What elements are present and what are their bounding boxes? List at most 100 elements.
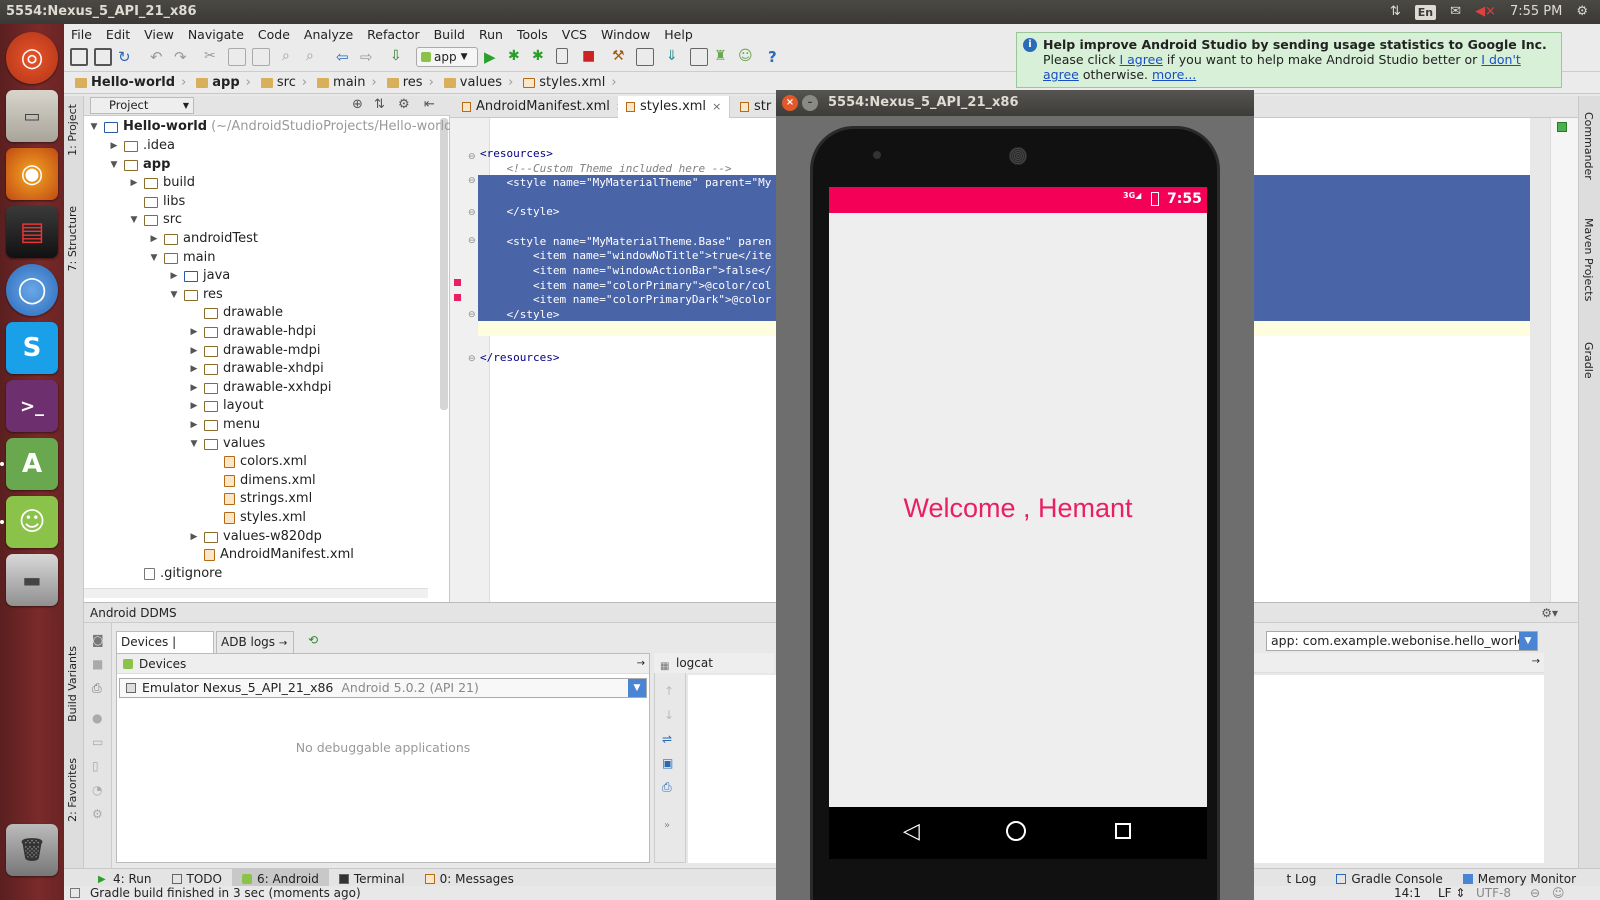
copy-icon[interactable] [228,48,246,66]
breadcrumb-item[interactable]: Hello-world › [70,75,191,90]
tree-item[interactable]: ▼ res [168,286,223,304]
arrow-up-icon[interactable]: ↑ [664,684,674,698]
tab-strings-xml[interactable]: str [732,96,781,118]
fold-icon[interactable]: ⊖ [468,208,476,218]
tree-item[interactable]: ▶ java [168,267,231,285]
menu-run[interactable]: Run [472,27,510,42]
tab-styles-xml[interactable]: styles.xml × [618,96,731,118]
sync-icon[interactable]: ↻ [118,48,136,66]
tree-item[interactable]: drawable [188,304,283,322]
android-device-monitor-icon[interactable]: ♜ [714,48,732,66]
make-project-icon[interactable]: ⇩ [390,48,408,66]
camera-icon[interactable]: ◙ [92,633,104,647]
tree-item[interactable]: ▼ main [148,249,216,267]
caret-position[interactable]: 14:1 [1394,886,1421,900]
tree-item[interactable]: ▼ app [108,156,171,174]
tab-android-manifest[interactable]: AndroidManifest.xml× [454,96,635,118]
comment-icon[interactable]: ▭ [92,735,103,749]
fold-icon[interactable]: ⊖ [468,236,476,246]
tab-gradle[interactable]: Gradle [1582,342,1595,379]
stop-icon[interactable]: ■ [92,657,103,671]
tab-devices-logcat[interactable]: Devices | logcat [116,631,214,669]
menu-code[interactable]: Code [251,27,297,42]
breadcrumb-item[interactable]: app › [191,75,256,90]
volume-icon[interactable]: ◀× [1475,0,1496,24]
record-icon[interactable]: ● [92,711,102,725]
tree-item[interactable]: ▶ build [128,174,195,192]
tree-item[interactable]: ▼ Hello-world (~/AndroidStudioProjects/Hel… [88,118,453,136]
terminal-icon[interactable]: >_ [6,380,58,432]
lock-icon[interactable]: ⊖ [1530,886,1540,900]
arrow-down-icon[interactable]: ↓ [664,708,674,722]
mail-icon[interactable]: ✉ [1450,0,1461,24]
app-filter-select[interactable]: app: com.example.webonise.hello_world ▼ [1266,631,1538,651]
monitor-icon[interactable]: ▤ [6,206,58,258]
tab-build-variants[interactable]: Build Variants [66,646,79,722]
firefox-icon[interactable]: ◉ [6,148,58,200]
tab-favorites[interactable]: 2: Favorites [66,758,79,822]
tree-item[interactable]: ▶ drawable-xhdpi [188,360,324,378]
tab-adb-logs[interactable]: ADB logs → [216,631,294,653]
gear-icon[interactable]: ⚙▾ [1541,603,1558,623]
settings-gear-icon[interactable]: ⚙ [1576,0,1588,24]
back-icon[interactable]: ⇦ [336,48,354,66]
trash-icon[interactable]: 🗑 [6,824,58,876]
project-view-select[interactable]: Project ▼ [90,97,194,114]
line-separator[interactable]: LF ⇕ [1438,886,1465,900]
tree-item[interactable]: ▶ layout [188,397,264,415]
wrap-icon[interactable]: ⇌ [662,732,672,746]
timer-icon[interactable]: ◔ [92,783,102,797]
debug-icon[interactable]: ✱ [508,48,526,66]
horizontal-scrollbar[interactable] [84,588,428,598]
tab-commander[interactable]: Commander [1582,112,1595,180]
back-icon[interactable]: ◁ [903,819,920,844]
fold-icon[interactable]: ⊖ [468,354,476,364]
tab-maven-projects[interactable]: Maven Projects [1582,218,1595,301]
scrollbar[interactable] [440,118,448,410]
fold-icon[interactable]: ⊖ [468,152,476,162]
breadcrumb-item[interactable]: src › [256,75,312,90]
logcat-output[interactable] [688,675,776,863]
fold-icon[interactable]: ⊖ [468,310,476,320]
tree-item[interactable]: .gitignore [128,565,222,583]
breadcrumb-item[interactable]: styles.xml › [518,75,621,90]
breadcrumb-item[interactable]: values › [439,75,519,90]
tree-item[interactable]: libs [128,193,185,211]
tree-item[interactable]: AndroidManifest.xml [188,546,354,564]
recents-icon[interactable] [1115,823,1131,839]
help-icon[interactable]: ? [768,48,786,66]
encoding[interactable]: UTF-8 [1476,886,1511,900]
tree-item[interactable]: styles.xml [208,509,306,527]
minimize-button[interactable]: – [802,95,818,111]
menu-edit[interactable]: Edit [99,27,137,42]
menu-help[interactable]: Help [657,27,700,42]
ubuntu-dash-icon[interactable]: ◎ [6,32,58,84]
status-toggle-icon[interactable] [70,888,80,898]
run-icon[interactable]: ▶ [484,48,502,66]
android-icon[interactable]: ☺ [6,496,58,548]
tree-item[interactable]: ▶ menu [188,416,261,434]
inspector-icon[interactable]: ☺ [1552,886,1565,900]
breadcrumb-item[interactable]: res › [382,75,439,90]
menu-view[interactable]: View [137,27,181,42]
menu-vcs[interactable]: VCS [555,27,594,42]
menu-file[interactable]: File [64,27,99,42]
tree-item[interactable]: ▶ drawable-mdpi [188,342,321,360]
tree-item[interactable]: colors.xml [208,453,307,471]
menu-analyze[interactable]: Analyze [297,27,360,42]
tree-item[interactable]: ▶ drawable-hdpi [188,323,317,341]
device-monitor-icon[interactable] [556,48,568,64]
chromium-icon[interactable]: ◯ [6,264,58,316]
tree-item[interactable]: ▶ .idea [108,137,175,155]
tree-item[interactable]: dimens.xml [208,472,316,490]
fold-icon[interactable]: ⊖ [468,176,476,186]
sdk-manager-icon[interactable] [636,48,654,66]
attach-debugger-icon[interactable]: ✱ [532,48,550,66]
tree-item[interactable]: ▼ src [128,211,182,229]
redo-icon[interactable]: ↷ [174,48,192,66]
menu-build[interactable]: Build [427,27,472,42]
forward-icon[interactable]: ⇨ [360,48,378,66]
target-icon[interactable]: ⊕ [352,97,363,112]
scroll-end-icon[interactable]: ▣ [662,756,673,770]
close-icon[interactable]: × [712,96,721,118]
